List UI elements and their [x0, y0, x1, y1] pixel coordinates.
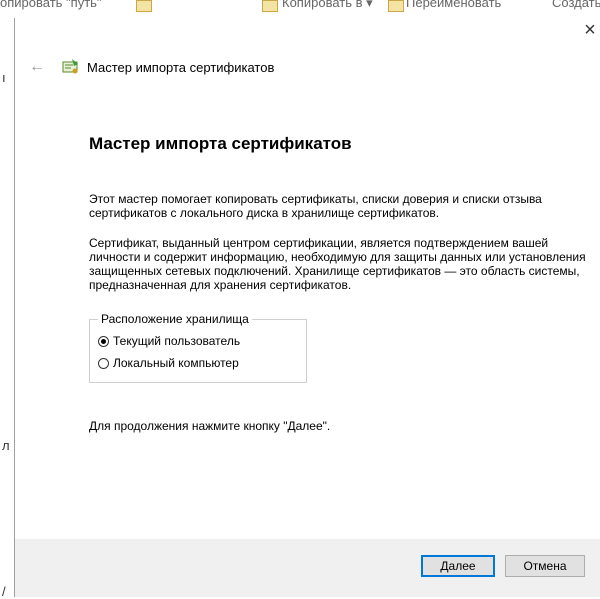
intro-paragraph: Этот мастер помогает копировать сертифик…	[89, 192, 542, 220]
store-location-group: Расположение хранилища Текущий пользоват…	[89, 312, 307, 383]
cancel-button[interactable]: Отмена	[505, 555, 585, 577]
store-location-legend: Расположение хранилища	[101, 312, 249, 326]
close-icon: ×	[584, 19, 596, 41]
rename-icon	[388, 0, 404, 12]
background-toolbar-rename: Переименовать	[406, 0, 502, 10]
folder-icon	[136, 0, 152, 12]
background-explorer-toolbar: опировать "путь" Копировать в ▾ Переимен…	[0, 0, 600, 18]
background-toolbar-create: Создать	[552, 0, 600, 10]
radio-current-user-label[interactable]: Текущий пользователь	[113, 334, 240, 348]
page-title: Мастер импорта сертификатов	[89, 134, 352, 153]
background-toolbar-copy-to: Копировать в ▾	[282, 0, 373, 10]
copy-to-icon	[262, 0, 278, 12]
radio-local-machine-label[interactable]: Локальный компьютер	[113, 356, 239, 370]
radio-button-checked-icon[interactable]	[98, 335, 109, 347]
radio-current-user[interactable]: Текущий пользователь	[98, 330, 298, 352]
background-toolbar-text: опировать "путь"	[0, 0, 102, 10]
back-arrow-icon: ←	[29, 58, 45, 75]
background-explorer-left-edge: ı л /	[0, 18, 14, 599]
wizard-footer: Далее Отмена	[15, 539, 600, 597]
certificate-icon	[60, 58, 80, 76]
wizard-header-title: Мастер импорта сертификатов	[87, 60, 275, 75]
next-button[interactable]: Далее	[421, 555, 495, 577]
continue-instruction: Для продолжения нажмите кнопку "Далее".	[89, 419, 331, 433]
back-button[interactable]: ←	[29, 58, 47, 76]
certificate-import-wizard-dialog: × ← Мастер импорта сертификатов Мастер и…	[14, 18, 600, 597]
wizard-content: Мастер импорта сертификатов Этот мастер …	[89, 134, 589, 433]
description-paragraph: Сертификат, выданный центром сертификаци…	[89, 236, 586, 292]
radio-button-unchecked-icon[interactable]	[98, 357, 109, 369]
background-left-char: л	[2, 438, 10, 453]
background-left-char: ı	[2, 70, 6, 85]
close-button[interactable]: ×	[580, 18, 600, 44]
radio-local-machine[interactable]: Локальный компьютер	[98, 352, 298, 374]
